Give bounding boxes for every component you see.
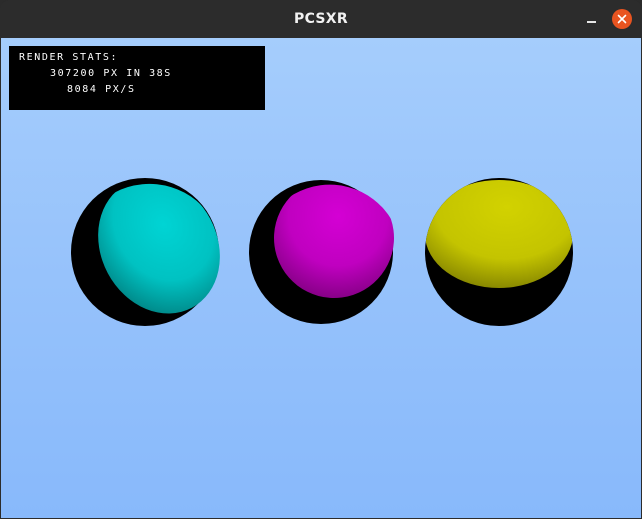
minimize-button[interactable]: [580, 9, 602, 31]
title-bar[interactable]: PCSXR: [0, 0, 642, 38]
scene-canvas: [71, 178, 573, 326]
close-icon: [617, 14, 627, 24]
render-stats-panel: RENDER STATS: 307200 PX IN 38S 8084 PX/S: [9, 46, 265, 110]
app-window: PCSXR RENDER STATS: 307200 PX IN 38S 808…: [0, 0, 642, 519]
minimize-icon: [586, 21, 596, 23]
render-viewport[interactable]: RENDER STATS: 307200 PX IN 38S 8084 PX/S: [1, 38, 641, 518]
render-stats-pixels-time: 307200 PX IN 38S: [50, 68, 172, 79]
magenta-sphere: [249, 178, 394, 324]
yellow-sphere: [425, 178, 573, 326]
window-title: PCSXR: [294, 11, 348, 27]
close-button[interactable]: [612, 9, 632, 29]
render-stats-rate: 8084 PX/S: [67, 84, 136, 95]
cyan-sphere: [71, 178, 220, 326]
render-stats-heading: RENDER STATS:: [19, 52, 119, 63]
